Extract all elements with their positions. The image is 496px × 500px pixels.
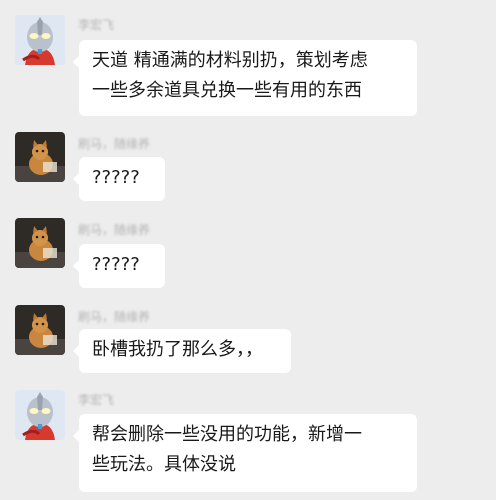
cat-avatar-icon[interactable] <box>15 132 65 182</box>
sender-name: 刷马，随缘养 <box>78 137 151 151</box>
message-text-line: ????? <box>92 254 140 275</box>
message-text-line: ????? <box>92 167 140 188</box>
chat-message: 刷马，随缘养 卧槽我扔了那么多，， <box>0 297 496 382</box>
chat-message: 李宏飞 天道 精通满的材料别扔，策划考虑 一些多余道具兑换一些有用的东西 <box>0 0 496 125</box>
message-text-line: 天道 精通满的材料别扔，策划考虑 <box>92 50 368 71</box>
message-text-line: 帮会删除一些没用的功能，新增一 <box>92 424 362 445</box>
sender-name: 刷马，随缘养 <box>78 223 151 237</box>
cat-avatar-icon[interactable] <box>15 305 65 355</box>
message-bubble[interactable]: ????? <box>73 244 165 288</box>
message-bubble[interactable]: ????? <box>73 157 165 201</box>
chat-conversation: 李宏飞 天道 精通满的材料别扔，策划考虑 一些多余道具兑换一些有用的东西 刷马，… <box>0 0 496 500</box>
cat-avatar-icon[interactable] <box>15 218 65 268</box>
chat-message: 李宏飞 帮会删除一些没用的功能，新增一 些玩法。具体没说 <box>0 380 496 500</box>
message-text-line: 一些多余道具兑换一些有用的东西 <box>92 80 362 101</box>
message-text-line: 卧槽我扔了那么多，， <box>92 339 263 360</box>
message-bubble[interactable]: 天道 精通满的材料别扔，策划考虑 一些多余道具兑换一些有用的东西 <box>73 40 417 116</box>
sender-name: 李宏飞 <box>78 18 115 32</box>
message-bubble[interactable]: 帮会删除一些没用的功能，新增一 些玩法。具体没说 <box>73 414 417 492</box>
ultraman-avatar-icon[interactable] <box>15 390 65 440</box>
message-bubble[interactable]: 卧槽我扔了那么多，， <box>73 329 291 373</box>
sender-name: 李宏飞 <box>78 393 115 407</box>
sender-name: 刷马，随缘养 <box>78 310 151 324</box>
chat-message: 刷马，随缘养 ????? <box>0 125 496 215</box>
chat-message: 刷马，随缘养 ????? <box>0 210 496 300</box>
ultraman-avatar-icon[interactable] <box>15 15 65 65</box>
message-text-line: 些玩法。具体没说 <box>92 454 236 475</box>
